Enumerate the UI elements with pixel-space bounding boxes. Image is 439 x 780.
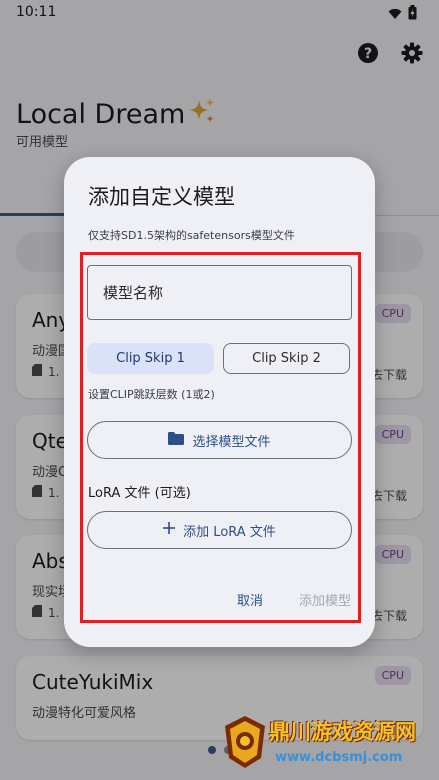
highlight-box xyxy=(80,252,361,623)
dialog-title: 添加自定义模型 xyxy=(88,185,235,209)
watermark-logo-icon xyxy=(221,714,269,770)
watermark-url: www.dcbsmj.com xyxy=(275,750,403,765)
dialog-subtitle: 仅支持SD1.5架构的safetensors模型文件 xyxy=(88,229,295,242)
watermark-title: 鼎川游戏资源网 xyxy=(269,720,416,744)
watermark: 鼎川游戏资源网 www.dcbsmj.com xyxy=(221,712,431,774)
